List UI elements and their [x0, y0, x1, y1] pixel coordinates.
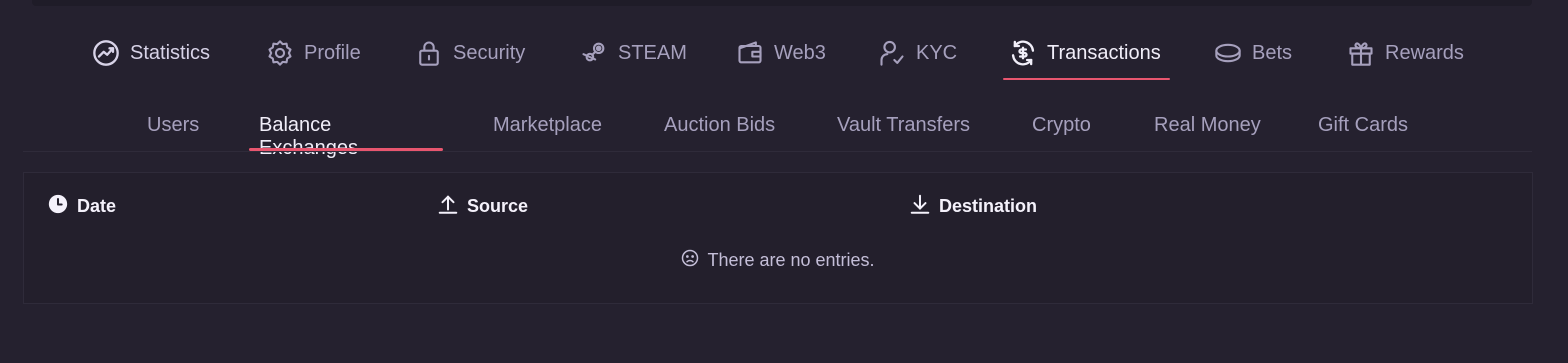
column-label: Destination [939, 195, 1038, 216]
transactions-table: Date Source Destination There are no ent… [23, 172, 1533, 304]
tab-kyc[interactable]: KYC [872, 26, 963, 80]
column-label: Date [77, 195, 117, 216]
main-nav: Statistics Profile Security STEAM Web3 K… [0, 26, 1568, 82]
gift-icon [1347, 39, 1375, 67]
tab-steam[interactable]: STEAM [574, 26, 693, 80]
chart-circle-icon [92, 39, 120, 67]
subtab-balance-exchanges[interactable]: Balance Exchanges [249, 100, 443, 159]
tab-label: Web3 [774, 41, 826, 64]
tab-transactions[interactable]: Transactions [1003, 26, 1170, 80]
tab-label: Profile [304, 41, 361, 64]
subtab-users[interactable]: Users [137, 100, 209, 151]
empty-state: There are no entries. [24, 249, 1532, 272]
tab-label: Security [453, 41, 526, 64]
divider [23, 151, 1532, 152]
tab-profile[interactable]: Profile [260, 26, 367, 80]
column-label: Source [467, 195, 529, 216]
clock-icon [47, 193, 69, 220]
subtab-marketplace[interactable]: Marketplace [483, 100, 612, 151]
empty-message: There are no entries. [707, 250, 875, 270]
user-check-icon [878, 39, 906, 67]
tab-label: Statistics [130, 41, 211, 64]
subtab-crypto[interactable]: Crypto [1022, 100, 1101, 151]
steam-icon [580, 39, 608, 67]
coin-icon [1214, 39, 1242, 67]
tab-label: Bets [1252, 41, 1293, 64]
subtab-auction-bids[interactable]: Auction Bids [654, 100, 785, 151]
column-header-date[interactable]: Date [47, 193, 116, 219]
upload-icon [437, 193, 459, 220]
download-icon [909, 193, 931, 220]
column-header-source[interactable]: Source [437, 193, 528, 219]
tab-statistics[interactable]: Statistics [86, 26, 216, 80]
subtab-vault-transfers[interactable]: Vault Transfers [827, 100, 980, 151]
column-header-destination[interactable]: Destination [909, 193, 1037, 219]
top-strip [32, 0, 1532, 6]
exchange-dollar-icon [1009, 39, 1037, 67]
tab-security[interactable]: Security [409, 26, 531, 80]
tab-label: STEAM [618, 41, 687, 64]
tab-label: Transactions [1047, 41, 1161, 64]
sad-face-icon [681, 249, 699, 272]
tab-label: Rewards [1385, 41, 1464, 64]
wallet-icon [736, 39, 764, 67]
subtab-gift-cards[interactable]: Gift Cards [1308, 100, 1418, 151]
sub-nav: Users Balance Exchanges Marketplace Auct… [0, 100, 1568, 159]
gear-icon [266, 39, 294, 67]
subtab-real-money[interactable]: Real Money [1144, 100, 1271, 151]
tab-label: KYC [916, 41, 958, 64]
lock-icon [415, 39, 443, 67]
tab-bets[interactable]: Bets [1208, 26, 1298, 80]
tab-web3[interactable]: Web3 [730, 26, 832, 80]
tab-rewards[interactable]: Rewards [1341, 26, 1470, 80]
